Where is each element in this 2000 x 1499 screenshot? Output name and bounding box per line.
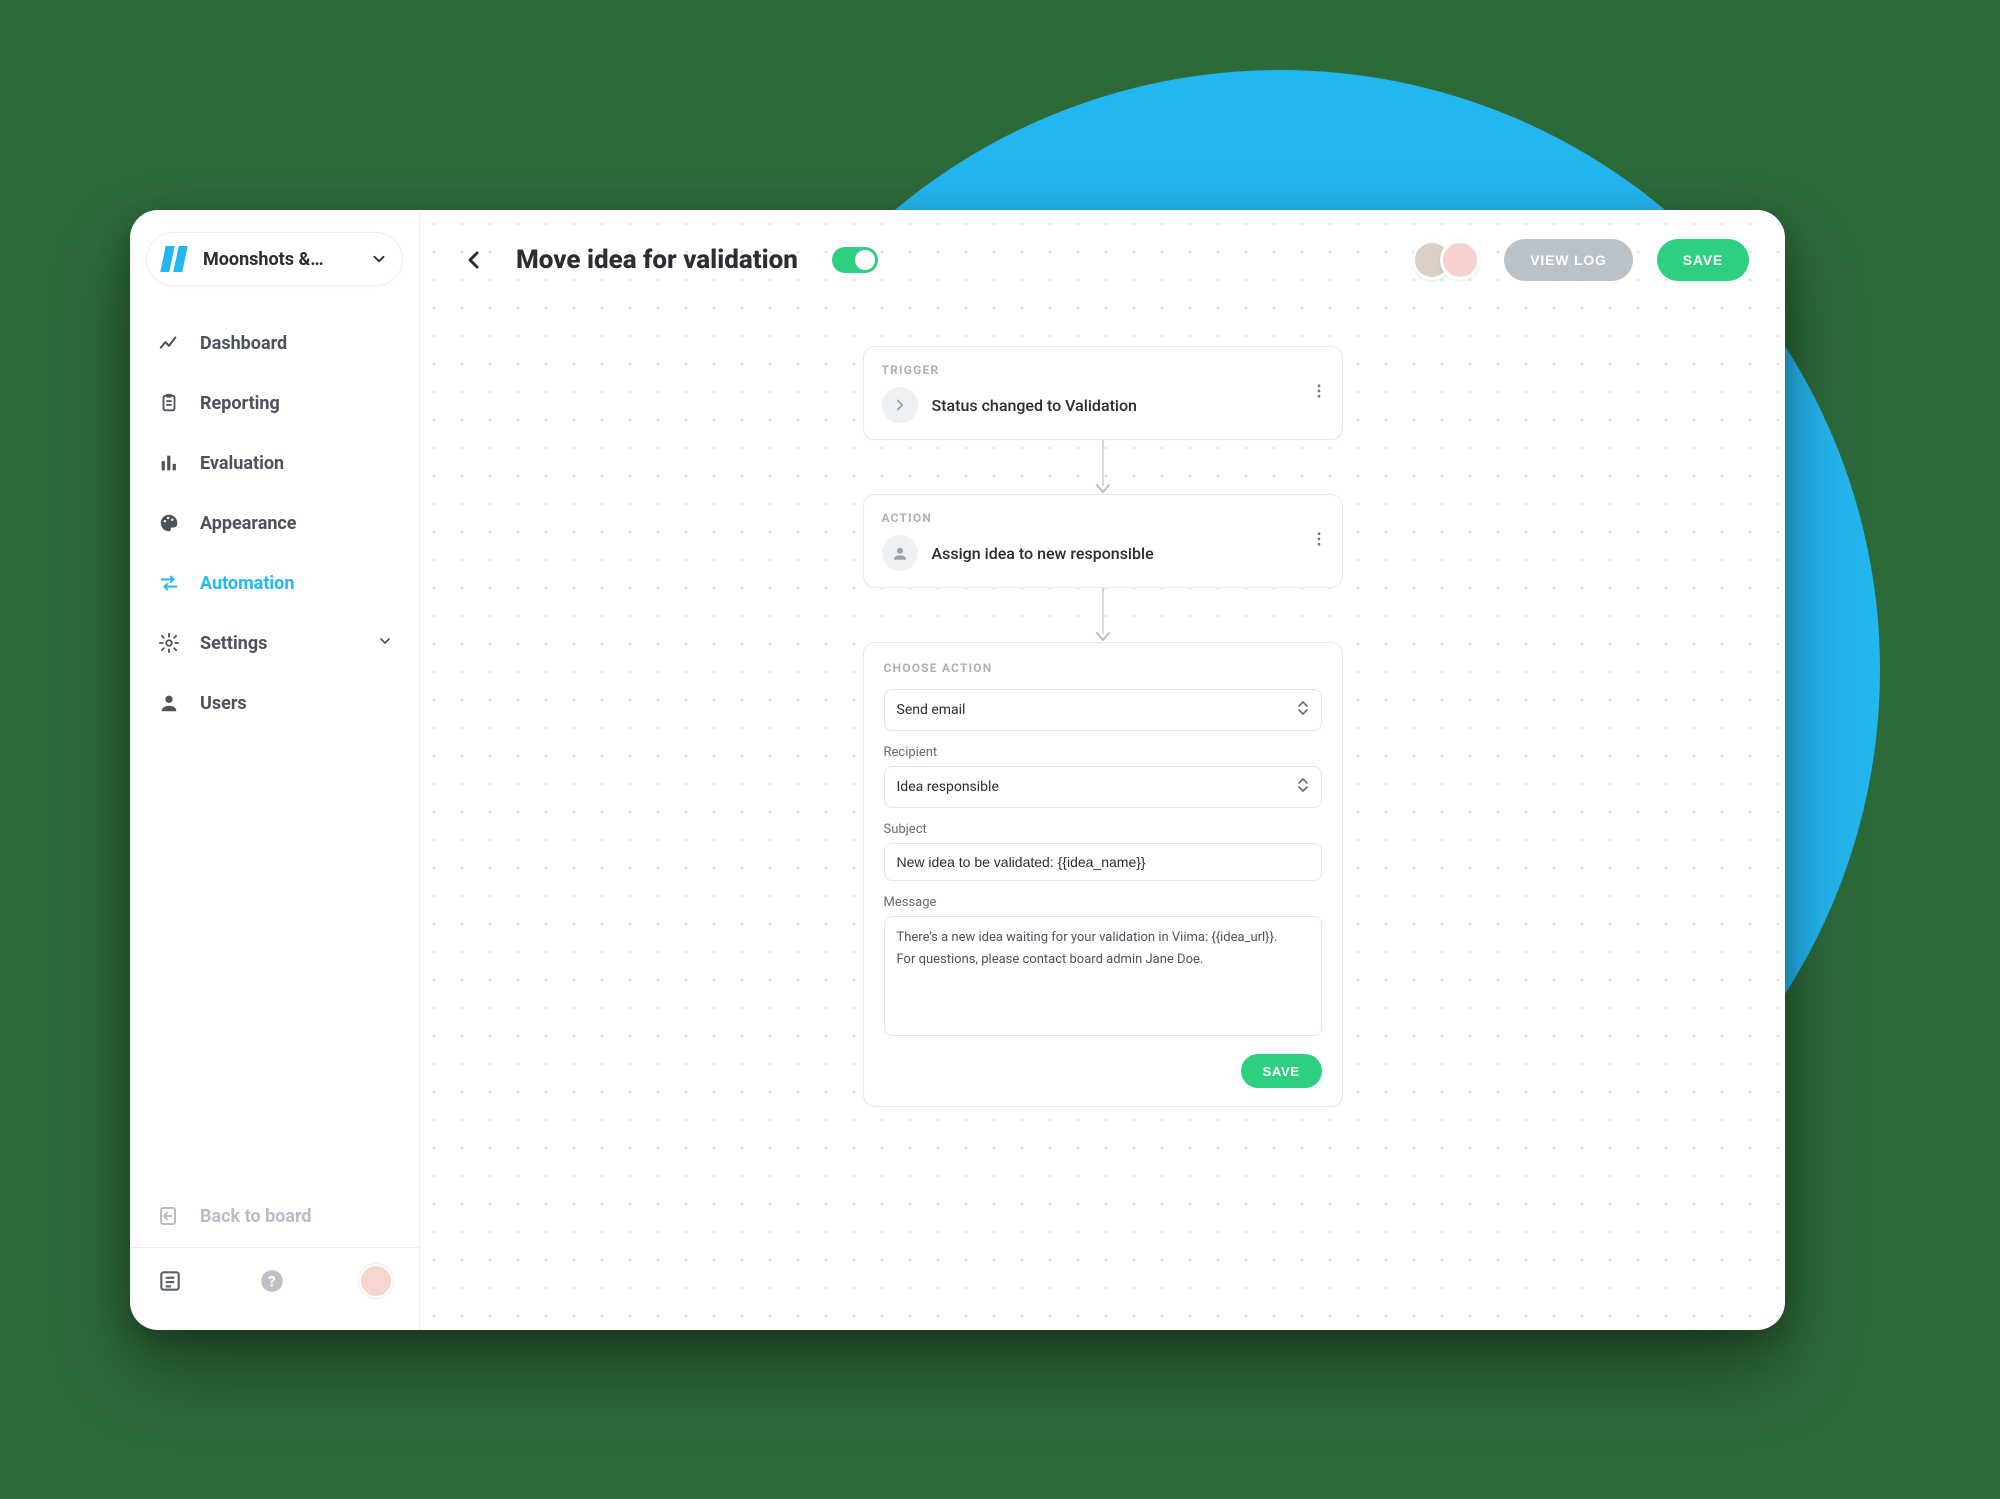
brand-logo	[157, 242, 191, 276]
back-label: Back to board	[200, 1206, 312, 1227]
trigger-label: TRIGGER	[882, 363, 1324, 377]
sidebar-item-dashboard[interactable]: Dashboard	[146, 316, 403, 370]
bar-chart-icon	[156, 450, 182, 476]
message-textarea[interactable]	[884, 916, 1322, 1036]
sidebar-item-appearance[interactable]: Appearance	[146, 496, 403, 550]
flow-connector	[1095, 440, 1111, 494]
sidebar-item-evaluation[interactable]: Evaluation	[146, 436, 403, 490]
sidebar: Moonshots &… Dashboard Reporting Eva	[130, 210, 420, 1330]
main-area: Move idea for validation VIEW LOG SAVE T…	[420, 210, 1785, 1330]
sidebar-item-label: Users	[200, 693, 247, 714]
chevron-down-icon	[370, 250, 388, 268]
select-value: Idea responsible	[897, 779, 999, 795]
recipient-label: Recipient	[884, 745, 1322, 760]
chart-line-icon	[156, 330, 182, 356]
recipient-select[interactable]: Idea responsible	[884, 766, 1322, 808]
swap-icon	[156, 570, 182, 596]
svg-text:?: ?	[268, 1272, 276, 1290]
back-to-board[interactable]: Back to board	[146, 1189, 403, 1247]
sidebar-item-automation[interactable]: Automation	[146, 556, 403, 610]
choose-action-label: CHOOSE ACTION	[884, 661, 1322, 675]
user-icon	[156, 690, 182, 716]
sidebar-item-label: Automation	[200, 573, 294, 594]
sidebar-item-label: Reporting	[200, 393, 280, 414]
chevron-right-icon	[882, 387, 918, 423]
action-label: ACTION	[882, 511, 1324, 525]
enabled-toggle[interactable]	[832, 247, 878, 273]
subject-label: Subject	[884, 822, 1322, 837]
view-log-button[interactable]: VIEW LOG	[1504, 239, 1632, 281]
action-card[interactable]: ACTION Assign idea to new responsible	[863, 494, 1343, 588]
topbar: Move idea for validation VIEW LOG SAVE	[420, 210, 1785, 310]
sidebar-nav: Dashboard Reporting Evaluation Appearanc…	[146, 316, 403, 730]
current-user-avatar[interactable]	[359, 1264, 393, 1298]
sidebar-item-users[interactable]: Users	[146, 676, 403, 730]
select-value: Send email	[897, 702, 966, 718]
subject-input[interactable]	[884, 843, 1322, 881]
exit-icon	[156, 1203, 182, 1229]
flow-canvas: TRIGGER Status changed to Validation ACT…	[420, 310, 1785, 1330]
trigger-card[interactable]: TRIGGER Status changed to Validation	[863, 346, 1343, 440]
sidebar-item-label: Evaluation	[200, 453, 284, 474]
form-save-button[interactable]: SAVE	[1241, 1054, 1322, 1088]
choose-action-card: CHOOSE ACTION Send email Recipient Idea …	[863, 642, 1343, 1107]
save-button[interactable]: SAVE	[1657, 239, 1749, 281]
sidebar-bottom-bar: ?	[130, 1247, 419, 1314]
gear-icon	[156, 630, 182, 656]
docs-icon[interactable]	[156, 1267, 184, 1295]
more-menu-icon[interactable]	[1310, 382, 1328, 404]
message-label: Message	[884, 895, 1322, 910]
flow-connector	[1095, 588, 1111, 642]
sidebar-item-reporting[interactable]: Reporting	[146, 376, 403, 430]
help-icon[interactable]: ?	[258, 1267, 286, 1295]
chevron-down-icon	[377, 633, 393, 654]
action-type-select[interactable]: Send email	[884, 689, 1322, 731]
sidebar-item-settings[interactable]: Settings	[146, 616, 403, 670]
collaborator-avatars[interactable]	[1412, 240, 1480, 280]
clipboard-icon	[156, 390, 182, 416]
project-selector[interactable]: Moonshots &…	[146, 232, 403, 286]
action-text: Assign idea to new responsible	[932, 544, 1154, 563]
app-window: Moonshots &… Dashboard Reporting Eva	[130, 210, 1785, 1330]
sidebar-item-label: Settings	[200, 633, 267, 654]
sort-icon	[1297, 700, 1309, 720]
sidebar-item-label: Appearance	[200, 513, 297, 534]
more-menu-icon[interactable]	[1310, 530, 1328, 552]
user-icon	[882, 535, 918, 571]
sort-icon	[1297, 777, 1309, 797]
trigger-text: Status changed to Validation	[932, 396, 1137, 415]
page-title: Move idea for validation	[516, 245, 798, 275]
palette-icon	[156, 510, 182, 536]
avatar	[1440, 240, 1480, 280]
sidebar-item-label: Dashboard	[200, 333, 287, 354]
back-button[interactable]	[456, 242, 492, 278]
project-name: Moonshots &…	[203, 249, 358, 270]
